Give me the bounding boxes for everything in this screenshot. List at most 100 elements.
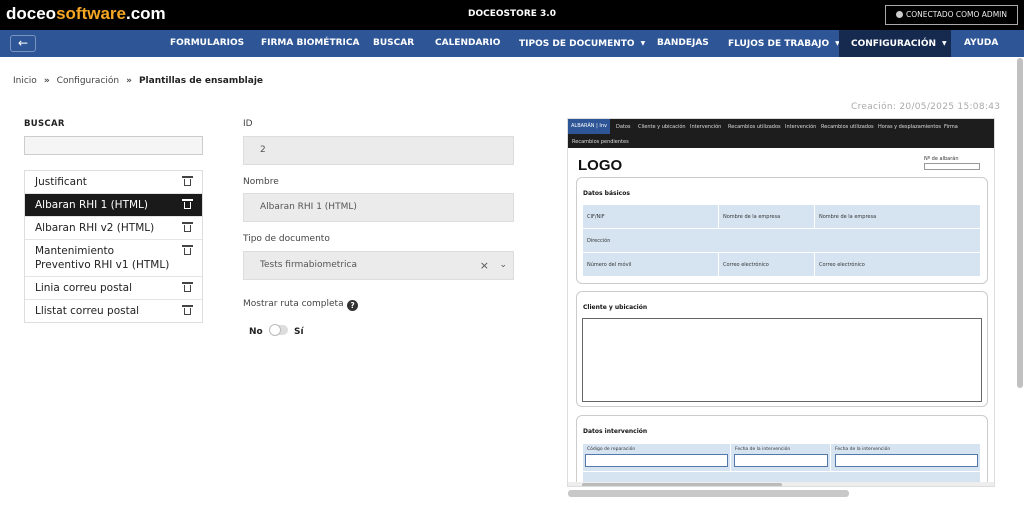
nav-tipos-documento[interactable]: TIPOS DE DOCUMENTO ▼ — [519, 30, 645, 57]
caret-down-icon: ▼ — [640, 40, 646, 47]
field-label: Fecha de la intervención — [835, 447, 891, 452]
show-path-toggle-row: No Sí — [249, 324, 304, 337]
breadcrumb-separator: » — [126, 76, 132, 86]
fecha-intervencion-input-2[interactable] — [835, 454, 978, 467]
trash-icon[interactable] — [182, 282, 193, 292]
preview-tab[interactable]: ALBARÁN | Inv — [568, 119, 610, 134]
id-field: 2 — [243, 136, 514, 165]
nav-buscar[interactable]: BUSCAR — [373, 30, 414, 57]
preview-tab[interactable]: Recambios utilizados — [728, 124, 781, 130]
preview-tab[interactable]: Datos — [616, 124, 631, 130]
trash-icon[interactable] — [182, 176, 193, 186]
nav-label: AYUDA — [964, 38, 999, 48]
user-button[interactable]: CONECTADO COMO ADMIN — [884, 5, 1018, 25]
caret-down-icon: ▼ — [942, 40, 947, 47]
vertical-scrollbar[interactable] — [1017, 58, 1023, 388]
breadcrumb-inicio[interactable]: Inicio — [13, 76, 37, 86]
trash-icon[interactable] — [182, 305, 193, 315]
nav-formularios[interactable]: FORMULARIOS — [170, 30, 244, 57]
albaran-number-input[interactable] — [924, 163, 980, 170]
app-title: DOCEOSTORE 3.0 — [468, 9, 556, 19]
chevron-down-icon[interactable]: ⌄ — [499, 252, 507, 279]
show-path-label: Mostrar ruta completa — [243, 299, 344, 309]
main-nav: ← FORMULARIOS FIRMA BIOMÉTRICA BUSCAR CA… — [0, 30, 1024, 57]
nav-configuracion[interactable]: CONFIGURACIÓN ▼ — [839, 30, 951, 57]
nav-calendario[interactable]: CALENDARIO — [435, 30, 500, 57]
cell: Dirección — [583, 229, 981, 253]
toggle-off-label: No — [249, 327, 263, 337]
user-icon — [895, 11, 903, 18]
nav-label: FLUJOS DE TRABAJO — [728, 39, 830, 49]
doctype-label: Tipo de documento — [243, 234, 330, 244]
list-item-selected[interactable]: Albaran RHI 1 (HTML) — [25, 194, 202, 217]
list-item-label: Mantenimiento Preventivo RHI v1 (HTML) — [35, 245, 170, 271]
nav-label: TIPOS DE DOCUMENTO — [519, 39, 635, 49]
nav-ayuda[interactable]: AYUDA — [964, 30, 998, 57]
list-item[interactable]: Linia correu postal — [25, 277, 202, 300]
cell: Nombre de la empresa — [815, 205, 981, 229]
name-label: Nombre — [243, 177, 279, 187]
list-item-label: Albaran RHI v2 (HTML) — [35, 222, 155, 234]
cell: Correo electrónico — [815, 253, 981, 277]
cell: CIF/NIF — [583, 205, 719, 229]
breadcrumb: Inicio » Configuración » Plantillas de ensam… — [13, 76, 263, 86]
preview-tab[interactable]: Firma — [944, 124, 958, 130]
albaran-number-label: Nº de albarán — [924, 156, 959, 162]
template-list: Justificant Albaran RHI 1 (HTML) Albaran… — [24, 170, 203, 323]
card-cliente-ubicacion: Cliente y ubicación — [576, 291, 988, 407]
trash-icon[interactable] — [182, 245, 193, 255]
show-path-toggle[interactable] — [268, 324, 288, 336]
search-label: BUSCAR — [24, 119, 65, 129]
cliente-textarea[interactable] — [582, 318, 982, 402]
scroll-thumb[interactable] — [582, 483, 782, 486]
card-datos-intervencion: Datos intervención Código de reparación … — [576, 415, 988, 486]
breadcrumb-current: Plantillas de ensamblaje — [138, 76, 264, 86]
list-item-label: Linia correu postal — [35, 282, 133, 294]
toggle-knob — [268, 324, 281, 336]
cell: Correo electrónico — [719, 253, 815, 277]
trash-icon[interactable] — [182, 222, 193, 232]
nav-label: CONFIGURACIÓN — [851, 39, 937, 49]
nav-firma-biometrica[interactable]: FIRMA BIOMÉTRICA — [261, 30, 359, 57]
list-item[interactable]: Llistat correu postal — [25, 300, 202, 322]
cell: Número del móvil — [583, 253, 719, 277]
nav-label: FIRMA BIOMÉTRICA — [261, 38, 360, 48]
list-item[interactable]: Albaran RHI v2 (HTML) — [25, 217, 202, 240]
search-input[interactable] — [24, 136, 203, 155]
horizontal-scrollbar[interactable] — [568, 490, 849, 497]
preview-tab[interactable]: Intervención — [785, 124, 816, 130]
trash-icon[interactable] — [182, 199, 193, 209]
list-item[interactable]: Justificant — [25, 171, 202, 194]
preview-tab[interactable]: Recambios pendientes — [572, 139, 629, 145]
list-item-label: Justificant — [35, 176, 87, 188]
card-title: Datos intervención — [583, 428, 648, 435]
breadcrumb-separator: » — [43, 76, 50, 86]
help-icon[interactable]: ? — [347, 300, 358, 311]
clear-icon[interactable]: × — [480, 252, 489, 279]
preview-tab[interactable]: Cliente y ubicación — [638, 124, 686, 130]
preview-horizontal-scrollbar[interactable] — [568, 482, 994, 486]
nav-label: BANDEJAS — [657, 38, 709, 48]
preview-tab[interactable]: Intervención — [690, 124, 721, 130]
fecha-intervencion-input[interactable] — [734, 454, 828, 467]
doctype-select[interactable]: Tests firmabiometrica × ⌄ — [243, 251, 514, 280]
breadcrumb-configuracion[interactable]: Configuración — [57, 76, 119, 86]
list-item-label: Llistat correu postal — [35, 305, 140, 317]
user-button-label: CONECTADO COMO ADMIN — [905, 10, 1007, 19]
nav-flujos-trabajo[interactable]: FLUJOS DE TRABAJO ▼ — [728, 30, 840, 57]
card-title: Cliente y ubicación — [583, 304, 648, 311]
back-button[interactable]: ← — [10, 35, 36, 52]
preview-tab[interactable]: Horas y desplazamientos — [878, 124, 941, 130]
nav-label: FORMULARIOS — [170, 38, 245, 48]
list-item[interactable]: Mantenimiento Preventivo RHI v1 (HTML) — [25, 240, 202, 277]
id-label: ID — [243, 119, 253, 129]
name-field[interactable]: Albaran RHI 1 (HTML) — [243, 193, 514, 222]
codigo-reparacion-input[interactable] — [585, 454, 728, 467]
nav-bandejas[interactable]: BANDEJAS — [657, 30, 709, 57]
preview-logo: LOGO — [578, 157, 623, 174]
template-preview[interactable]: ALBARÁN | Inv Datos Cliente y ubicación … — [567, 118, 995, 487]
toggle-on-label: Sí — [294, 327, 304, 337]
field-label: Código de reparación — [587, 447, 636, 452]
list-item-label: Albaran RHI 1 (HTML) — [35, 199, 148, 211]
preview-tab[interactable]: Recambios utilizados — [821, 124, 874, 130]
